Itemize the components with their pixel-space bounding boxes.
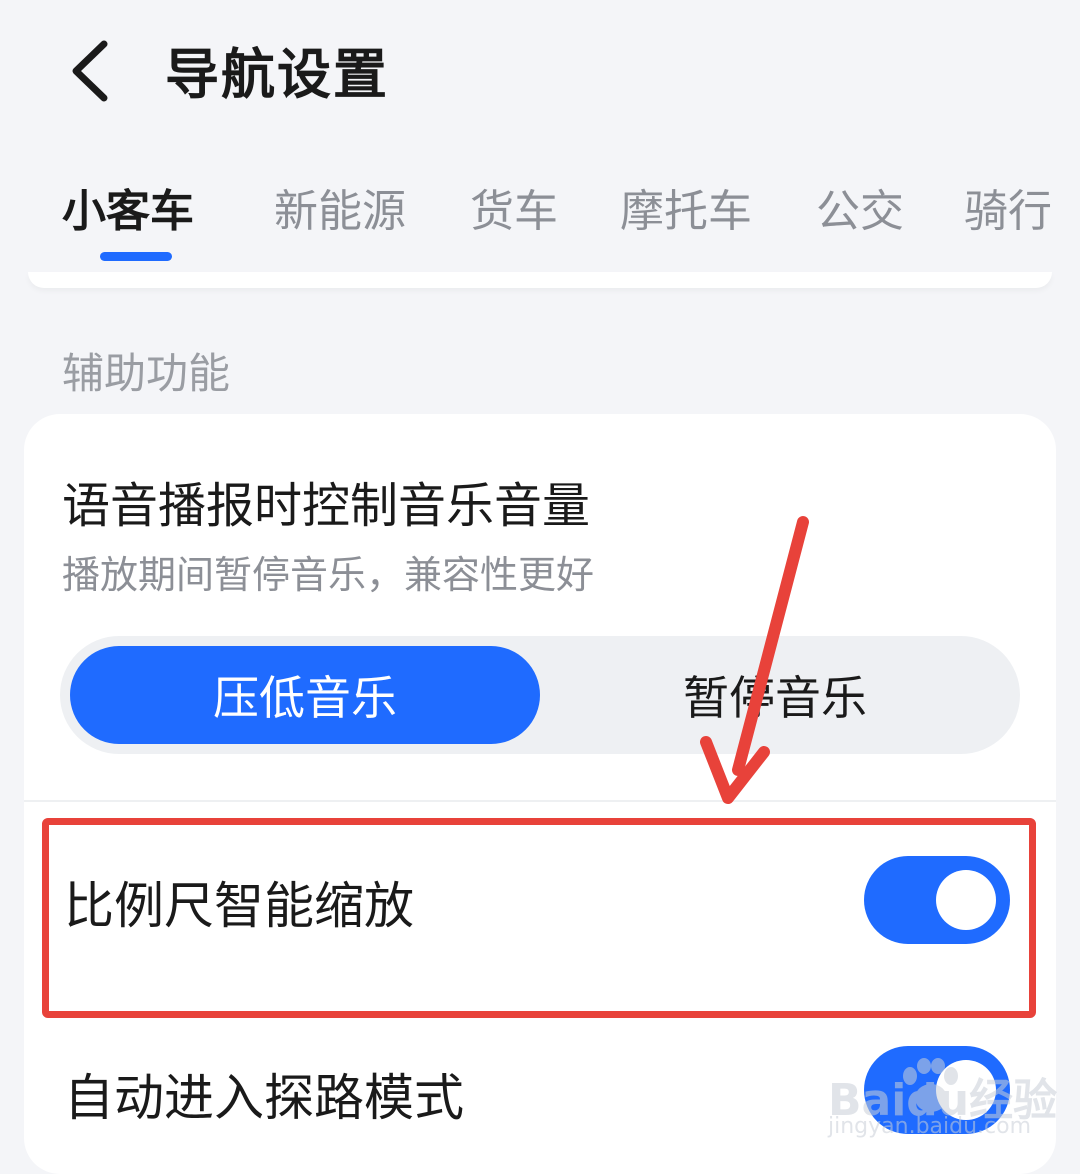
watermark-url: jingyan.baidu.com — [828, 1114, 1032, 1139]
tab-car[interactable]: 小客车 — [62, 175, 194, 239]
voice-volume-title: 语音播报时控制音乐音量 — [62, 478, 591, 534]
auto-explore-mode-label: 自动进入探路模式 — [64, 1069, 464, 1127]
annotation-highlight-box — [42, 818, 1036, 1018]
segment-pause-music[interactable]: 暂停音乐 — [540, 646, 1010, 744]
page-title: 导航设置 — [165, 43, 389, 106]
tab-new-energy[interactable]: 新能源 — [274, 175, 406, 239]
voice-volume-subtitle: 播放期间暂停音乐，兼容性更好 — [62, 553, 595, 597]
tab-bus[interactable]: 公交 — [816, 175, 904, 239]
tab-active-indicator — [100, 252, 172, 261]
baidu-watermark: Baidu经验 jingyan.baidu.com — [828, 1058, 1057, 1148]
chevron-left-icon — [72, 40, 108, 102]
tabs-divider — [28, 272, 1052, 288]
tab-motorcycle[interactable]: 摩托车 — [620, 175, 752, 239]
tab-cycling[interactable]: 骑行 — [964, 175, 1052, 239]
back-button[interactable] — [62, 36, 122, 106]
tab-truck[interactable]: 货车 — [470, 175, 558, 239]
segment-lower-music[interactable]: 压低音乐 — [70, 646, 540, 744]
header-bar: 导航设置 — [0, 0, 1080, 140]
section-label: 辅助功能 — [62, 349, 231, 398]
divider — [24, 800, 1056, 802]
